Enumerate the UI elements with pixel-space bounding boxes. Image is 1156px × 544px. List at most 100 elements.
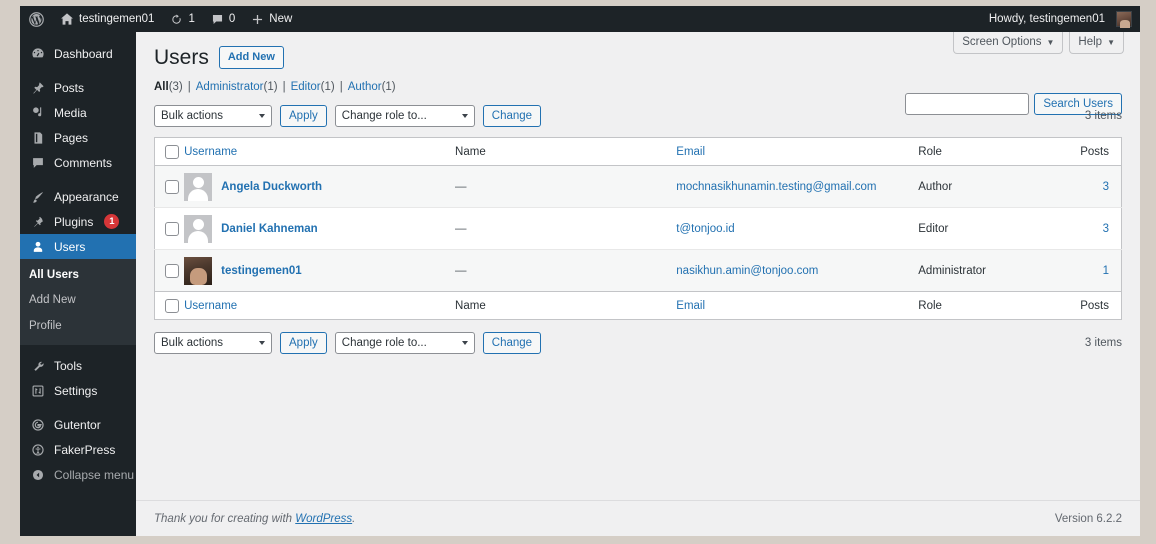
filter-separator: | [282,81,286,94]
menu-spacer [20,32,136,41]
chevron-down-icon [461,114,468,119]
column-header-username[interactable]: Username [184,138,455,166]
email-link[interactable]: nasikhun.amin@tonjoo.com [676,265,818,277]
items-count-bottom: 3 items [1084,337,1122,350]
updates-count: 1 [188,13,195,25]
bulk-actions-select-top[interactable]: Bulk actions [154,105,272,128]
posts-count-link[interactable]: 1 [1103,265,1109,277]
change-role-select-bottom[interactable]: Change role to... [334,332,475,355]
help-button[interactable]: Help ▼ [1069,32,1124,54]
posts-count-link[interactable]: 3 [1103,223,1109,235]
items-count-top: 3 items [1084,110,1122,123]
sidebar-item-label: Posts [54,80,85,95]
column-footer-username-label: Username [184,299,238,312]
apply-button-top[interactable]: Apply [280,105,327,128]
filter-administrator-label[interactable]: Administrator [196,81,264,93]
row-checkbox[interactable] [165,263,179,278]
submenu-item-add-new[interactable]: Add New [20,288,136,313]
sidebar-item-label: Media [54,105,87,120]
appearance-brush-icon [29,190,46,204]
column-footer-role: Role [918,292,1062,320]
column-header-email[interactable]: Email [676,138,918,166]
media-icon [29,106,46,120]
sidebar-item-label: Tools [54,359,83,374]
select-all-footer [155,292,185,320]
site-name-menu[interactable]: testingemen01 [52,6,162,32]
table-row[interactable]: Angela Duckworth — mochnasikhunamin.test… [154,165,1122,208]
sidebar-item-appearance[interactable]: Appearance [20,184,136,209]
sidebar-item-users[interactable]: Users [20,234,144,259]
filter-all-label[interactable]: All [154,81,169,93]
settings-sliders-icon [29,384,46,398]
sidebar-item-tools[interactable]: Tools [20,354,136,379]
email-link[interactable]: mochnasikhunamin.testing@gmail.com [676,181,876,193]
column-footer-posts: Posts [1063,292,1122,320]
row-checkbox[interactable] [165,221,179,236]
updates-menu[interactable]: 1 [162,6,202,32]
select-all-header [155,138,185,166]
column-footer-name-label: Name [455,299,486,312]
column-footer-username[interactable]: Username [184,292,455,320]
column-footer-role-label: Role [918,299,942,312]
menu-spacer [20,175,136,184]
select-all-checkbox[interactable] [165,144,179,159]
users-submenu: All Users Add New Profile [20,259,136,345]
filter-all-count: (3) [168,81,183,94]
sidebar-item-settings[interactable]: Settings [20,379,136,404]
new-content-menu[interactable]: New [243,6,300,32]
bulk-actions-value: Bulk actions [161,337,224,350]
footer-thanks-prefix: Thank you for creating with [154,512,296,525]
sidebar-item-fakerpress[interactable]: FakerPress [20,438,136,463]
submenu-item-all-users[interactable]: All Users [20,263,136,288]
name-value: — [455,222,467,235]
row-username-cell: Daniel Kahneman [184,208,455,250]
filter-editor-label[interactable]: Editor [291,81,321,93]
bulk-actions-select-bottom[interactable]: Bulk actions [154,332,272,355]
sidebar-item-pages[interactable]: Pages [20,125,136,150]
sidebar-item-media[interactable]: Media [20,100,136,125]
sidebar-item-dashboard[interactable]: Dashboard [20,41,136,66]
row-checkbox[interactable] [165,179,179,194]
row-username-cell: Angela Duckworth [184,166,455,208]
table-row[interactable]: Daniel Kahneman — t@tonjoo.id Editor 3 [154,208,1122,250]
column-footer-email[interactable]: Email [676,292,918,320]
wp-logo-menu[interactable] [20,6,52,32]
table-row[interactable]: testingemen01 — nasikhun.amin@tonjoo.com… [154,249,1122,292]
username-link[interactable]: testingemen01 [221,265,302,277]
chevron-down-icon [259,341,265,346]
sidebar-item-plugins[interactable]: Plugins 1 [20,209,136,234]
apply-button-bottom[interactable]: Apply [280,332,327,355]
change-role-button-bottom[interactable]: Change [482,332,542,355]
comments-menu[interactable]: 0 [203,6,243,32]
row-select-cell [155,208,185,250]
sidebar-item-collapse-menu[interactable]: Collapse menu [20,463,136,488]
change-role-button-top[interactable]: Change [482,105,542,128]
sidebar-item-comments[interactable]: Comments [20,150,136,175]
row-select-cell [155,166,185,208]
content-inner: Users Add New All (3) | Administrator (1… [136,32,1140,355]
column-footer-email-label: Email [676,299,706,312]
menu-spacer [20,66,136,75]
column-header-role-label: Role [918,145,942,158]
submenu-item-profile[interactable]: Profile [20,314,136,339]
select-all-checkbox-footer[interactable] [165,298,179,313]
my-account-menu[interactable]: Howdy, testingemen01 [981,6,1140,32]
username-link[interactable]: Angela Duckworth [221,181,322,193]
posts-count-link[interactable]: 3 [1103,181,1109,193]
sidebar-item-posts[interactable]: Posts [20,75,136,100]
wordpress-link[interactable]: WordPress [295,513,352,525]
add-new-user-button[interactable]: Add New [218,45,284,70]
footer-thanks: Thank you for creating with WordPress. [154,513,355,525]
username-link[interactable]: Daniel Kahneman [221,223,318,235]
row-posts-cell: 1 [1063,250,1122,292]
row-username-cell: testingemen01 [184,250,455,292]
email-link[interactable]: t@tonjoo.id [676,223,734,235]
column-header-username-label: Username [184,145,238,158]
screen-options-button[interactable]: Screen Options ▼ [953,32,1064,54]
sidebar-item-gutentor[interactable]: Gutentor [20,413,136,438]
chevron-down-icon [259,114,265,119]
filter-author-label[interactable]: Author [348,81,382,93]
row-name-cell: — [455,166,676,208]
change-role-select-top[interactable]: Change role to... [334,105,475,128]
filter-administrator-count: (1) [263,81,278,94]
